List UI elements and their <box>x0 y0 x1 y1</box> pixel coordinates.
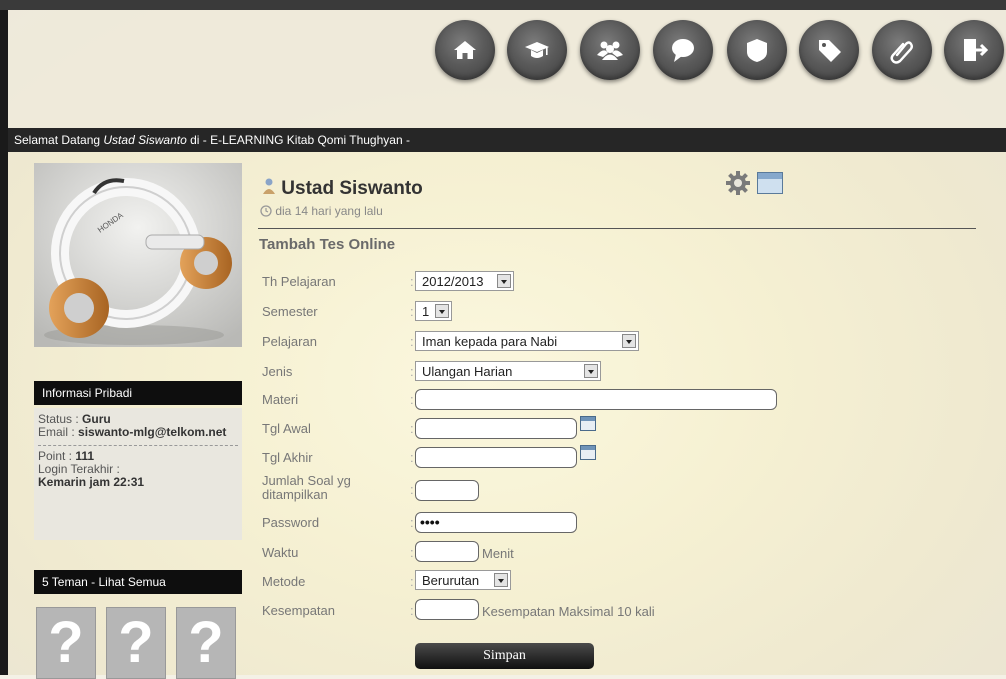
top-strip <box>0 0 1006 10</box>
tgl-awal-label: Tgl Awal <box>262 421 311 436</box>
save-button[interactable]: Simpan <box>415 643 594 669</box>
left-edge <box>0 10 8 675</box>
jenis-label: Jenis <box>262 364 293 379</box>
welcome-bar: Selamat Datang Ustad Siswanto di - E-LEA… <box>8 128 1006 152</box>
tgl-akhir-label: Tgl Akhir <box>262 450 313 465</box>
logout-icon[interactable] <box>944 20 1004 80</box>
colon: : <box>410 392 414 407</box>
email-value: siswanto-mlg@telkom.net <box>78 425 227 439</box>
welcome-suffix: di - E-LEARNING Kitab Qomi Thughyan - <box>186 133 410 147</box>
info-panel: Status : Guru Email : siswanto-mlg@telko… <box>34 408 242 540</box>
colon: : <box>410 274 414 289</box>
gear-icon[interactable] <box>725 170 751 201</box>
status-label: Status : <box>38 412 83 426</box>
user-icon <box>263 178 275 194</box>
log-icon[interactable] <box>757 172 783 194</box>
info-divider <box>38 445 238 446</box>
metode-label: Metode <box>262 574 306 589</box>
th-label: Th Pelajaran <box>262 274 336 289</box>
password-input[interactable]: •••• <box>415 512 577 533</box>
paperclip-icon[interactable] <box>872 20 932 80</box>
metode-select[interactable]: Berurutan <box>415 570 511 590</box>
colon: : <box>410 574 414 589</box>
friend-avatar[interactable]: ? <box>36 607 96 679</box>
header-banner <box>8 10 1006 128</box>
kesempatan-suffix: Kesempatan Maksimal 10 kali <box>482 604 655 619</box>
jenis-select[interactable]: Ulangan Harian <box>415 361 601 381</box>
semester-value: 1 <box>422 304 430 319</box>
friends-header[interactable]: 5 Teman - Lihat Semua <box>34 570 242 594</box>
point-label: Point : <box>38 449 76 463</box>
chevron-down-icon <box>435 304 449 318</box>
point-value: 111 <box>75 449 95 463</box>
colon: : <box>410 364 414 379</box>
login-line: Kemarin jam 22:31 <box>34 476 242 489</box>
colon: : <box>410 421 414 436</box>
chevron-down-icon <box>584 364 598 378</box>
chevron-down-icon <box>497 274 511 288</box>
colon: : <box>410 334 414 349</box>
email-label: Email : <box>38 425 79 439</box>
semester-label: Semester <box>262 304 318 319</box>
kesempatan-input[interactable] <box>415 599 479 620</box>
pelajaran-value: Iman kepada para Nabi <box>422 334 558 349</box>
calendar-icon[interactable] <box>580 416 596 431</box>
colon: : <box>410 304 414 319</box>
pelajaran-label: Pelajaran <box>262 334 317 349</box>
group-icon[interactable] <box>580 20 640 80</box>
colon: : <box>410 603 414 618</box>
home-icon[interactable] <box>435 20 495 80</box>
materi-label: Materi <box>262 392 299 407</box>
semester-select[interactable]: 1 <box>415 301 452 321</box>
metode-value: Berurutan <box>422 573 480 588</box>
tgl-awal-input[interactable] <box>415 418 577 439</box>
th-value: 2012/2013 <box>422 274 484 289</box>
welcome-user: Ustad Siswanto <box>103 133 187 147</box>
pelajaran-select[interactable]: Iman kepada para Nabi <box>415 331 639 351</box>
waktu-suffix: Menit <box>482 546 514 561</box>
th-select[interactable]: 2012/2013 <box>415 271 514 291</box>
profile-photo: HONDA <box>34 163 242 347</box>
kesempatan-label: Kesempatan <box>262 603 335 618</box>
waktu-input[interactable] <box>415 541 479 562</box>
jenis-value: Ulangan Harian <box>422 364 513 379</box>
profile-title: Ustad Siswanto <box>262 177 423 200</box>
title-divider <box>258 228 976 229</box>
jumlah-input[interactable] <box>415 480 479 501</box>
colon: : <box>410 515 414 530</box>
colon: : <box>410 482 414 497</box>
colon: : <box>410 545 414 560</box>
welcome-prefix: Selamat Datang <box>14 133 104 147</box>
friend-avatar[interactable]: ? <box>176 607 236 679</box>
info-header: Informasi Pribadi <box>34 381 242 405</box>
section-title: Tambah Tes Online <box>259 236 396 253</box>
waktu-label: Waktu <box>262 545 299 560</box>
login-value: Kemarin jam 22:31 <box>38 475 145 489</box>
materi-input[interactable] <box>415 389 777 410</box>
colon: : <box>410 450 414 465</box>
tag-icon[interactable] <box>799 20 859 80</box>
calendar-icon[interactable] <box>580 445 596 460</box>
friend-avatar[interactable]: ? <box>106 607 166 679</box>
profile-name: Ustad Siswanto <box>281 178 423 199</box>
clock-icon <box>260 205 272 217</box>
jumlah-label: Jumlah Soal yg ditampilkan <box>262 473 351 502</box>
chevron-down-icon <box>622 334 636 348</box>
tgl-akhir-input[interactable] <box>415 447 577 468</box>
post-time: dia 14 hari yang lalu <box>260 204 383 218</box>
chevron-down-icon <box>494 573 508 587</box>
graduation-icon[interactable] <box>507 20 567 80</box>
chat-icon[interactable] <box>653 20 713 80</box>
email-line: Email : siswanto-mlg@telkom.net <box>34 426 242 439</box>
status-value: Guru <box>82 412 111 426</box>
post-time-text: dia 14 hari yang lalu <box>275 204 383 218</box>
shield-icon[interactable] <box>727 20 787 80</box>
password-label: Password <box>262 515 320 530</box>
